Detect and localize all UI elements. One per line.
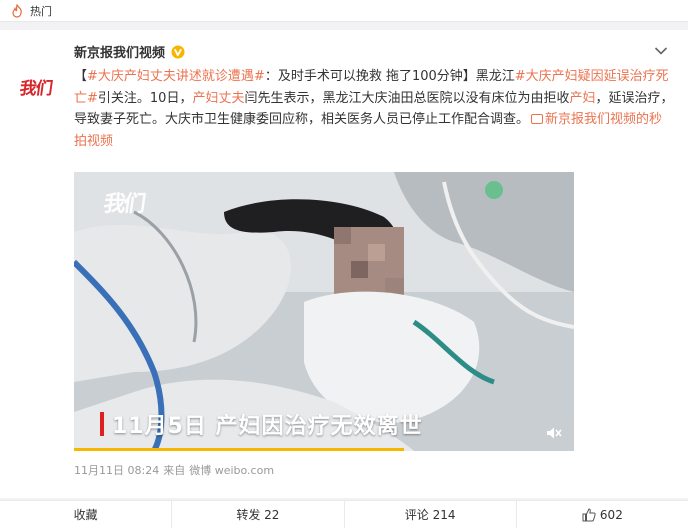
video-progress-bar[interactable]	[74, 448, 404, 451]
like-count: 602	[599, 507, 623, 522]
chevron-down-icon[interactable]	[654, 46, 668, 56]
hot-flame-icon	[12, 3, 22, 18]
subtitle-accent-bar	[100, 412, 104, 436]
video-player[interactable]: 我们 11月5日 产妇因治疗无效离世	[74, 172, 574, 451]
topic-link-1[interactable]: #大庆产妇丈夫讲述就诊遭遇#	[87, 69, 265, 84]
subtitle-text: 11月5日 产妇因治疗无效离世	[112, 414, 423, 439]
text-bracket: 【	[74, 69, 88, 84]
text-segment: 引关注。10日，	[97, 90, 193, 106]
comment-button[interactable]: 评论 214	[345, 501, 517, 528]
hot-label: 热门	[30, 4, 52, 18]
post-meta: 11月11日 08:24 来自 微博 weibo.com	[74, 462, 274, 478]
video-link-icon	[531, 114, 544, 124]
keyword-highlight[interactable]: 产妇丈夫	[192, 91, 244, 106]
hot-bar: 热门	[0, 0, 688, 22]
like-button[interactable]: 602	[517, 501, 688, 528]
favorite-label: 收藏	[73, 508, 98, 522]
mute-icon[interactable]	[546, 426, 562, 440]
verified-v-icon	[171, 45, 185, 58]
source-prefix: 来自	[163, 464, 186, 477]
avatar-logo: 我们	[18, 78, 54, 99]
favorite-button[interactable]: 收藏	[0, 501, 173, 528]
repost-button[interactable]: 转发 22	[172, 501, 345, 528]
thumbs-up-icon	[582, 507, 596, 521]
author-row: 新京报我们视频	[74, 42, 185, 61]
action-bar: 收藏 转发 22 评论 214 602	[0, 500, 688, 528]
video-subtitle: 11月5日 产妇因治疗无效离世	[100, 408, 423, 440]
post-source[interactable]: 微博 weibo.com	[189, 462, 274, 478]
video-watermark: 我们	[101, 192, 146, 217]
weibo-post-card: 我们 新京报我们视频 【#大庆产妇丈夫讲述就诊遭遇#：及时手术可以挽救 拖了10…	[0, 30, 688, 498]
post-time[interactable]: 11月11日 08:24	[74, 462, 159, 478]
text-segment: 闫先生表示，黑龙江大庆油田总医院以没有床位为由拒收	[244, 90, 570, 106]
avatar[interactable]: 我们	[14, 64, 58, 108]
repost-label: 转发 22	[236, 508, 280, 522]
post-text: 【#大庆产妇丈夫讲述就诊遭遇#：及时手术可以挽救 拖了100分钟】黑龙江#大庆产…	[74, 66, 674, 152]
keyword-highlight[interactable]: 产妇	[569, 91, 595, 106]
author-name[interactable]: 新京报我们视频	[74, 42, 165, 61]
comment-label: 评论 214	[404, 508, 456, 522]
text-segment: ：及时手术可以挽救 拖了100分钟】黑龙江	[264, 69, 515, 84]
